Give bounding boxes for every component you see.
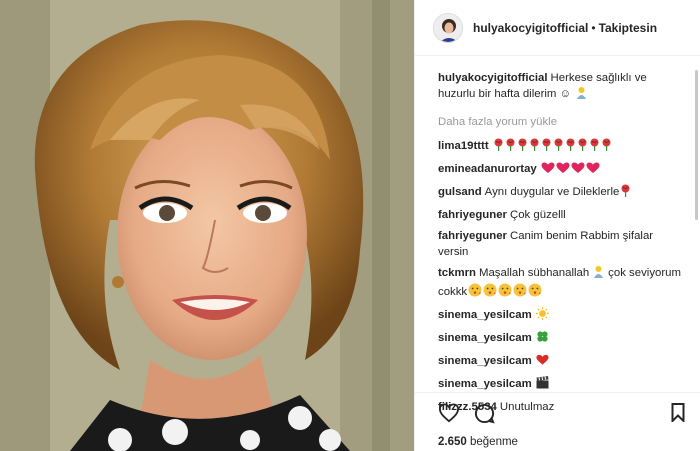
kiss-emoji-icon	[498, 283, 512, 302]
comment-row: sinema_yesilcam	[438, 330, 686, 348]
comment-username[interactable]: fahriyeguner	[438, 209, 507, 221]
comment-row: gulsand Aynı duygular ve Dileklerle	[438, 184, 686, 202]
avatar-image	[434, 13, 462, 42]
post-actions: 2.650 beğenme	[414, 392, 700, 451]
comment-row: fahriyeguner Çok güzelll	[438, 207, 686, 223]
post-header: hulyakocyigitofficial • Takiptesin	[415, 0, 700, 56]
header-text: hulyakocyigitofficial • Takiptesin	[473, 21, 657, 35]
header-separator: •	[591, 20, 596, 35]
kiss-emoji-icon	[528, 283, 542, 302]
likes-number: 2.650	[438, 436, 467, 448]
rose-emoji-icon	[541, 138, 552, 156]
comment-row: sinema_yesilcam	[438, 307, 686, 325]
kiss-emoji-icon	[468, 283, 482, 302]
comment-text: Çok güzelll	[510, 209, 566, 221]
likes-count[interactable]: 2.650 beğenme	[438, 436, 518, 448]
comment-username[interactable]: sinema_yesilcam	[438, 355, 532, 367]
comment-text: Aynı duygular ve Dileklerle	[484, 186, 620, 198]
load-more-comments[interactable]: Daha fazla yorum yükle	[438, 114, 686, 130]
comment-username[interactable]: gulsand	[438, 186, 482, 198]
kiss-emoji-icon	[513, 283, 527, 302]
rose-emoji-icon	[505, 138, 516, 156]
praying-emoji-icon	[592, 265, 605, 283]
comment-username[interactable]: sinema_yesilcam	[438, 309, 532, 321]
comment-text: Maşallah sübhanallah	[478, 267, 590, 279]
avatar[interactable]	[433, 12, 463, 43]
heart-emoji-icon	[571, 162, 585, 179]
rose-emoji-icon	[589, 138, 600, 156]
rose-emoji-icon	[553, 138, 564, 156]
comment-username[interactable]: tckmrn	[438, 267, 476, 279]
likes-label: beğenme	[469, 436, 518, 448]
caption-username[interactable]: hulyakocyigitofficial	[438, 72, 548, 84]
rose-emoji-icon	[620, 184, 631, 202]
rose-emoji-icon	[493, 138, 504, 156]
comment-row: emineadanurortay	[438, 161, 686, 179]
rose-emoji-icon	[577, 138, 588, 156]
red-heart-emoji-icon	[536, 354, 549, 371]
praying-emoji-icon	[575, 86, 588, 104]
heart-emoji-icon	[586, 162, 600, 179]
comment-row: sinema_yesilcam	[438, 353, 686, 371]
comment-username[interactable]: sinema_yesilcam	[438, 332, 532, 344]
header-username[interactable]: hulyakocyigitofficial	[473, 21, 588, 35]
rose-emoji-icon	[565, 138, 576, 156]
comment-username[interactable]: sinema_yesilcam	[438, 378, 532, 390]
post-photo	[0, 0, 414, 451]
comment-icon[interactable]	[474, 403, 495, 429]
portrait-image	[0, 0, 414, 451]
heart-icon[interactable]	[438, 403, 460, 428]
comment-row: fahriyeguner Canim benim Rabbim şifalar v…	[438, 228, 686, 260]
kiss-emoji-icon	[483, 283, 497, 302]
bookmark-icon[interactable]	[671, 403, 685, 427]
comment-username[interactable]: emineadanurortay	[438, 163, 537, 175]
comments-list: hulyakocyigitofficial Herkese sağlıklı ve…	[438, 70, 686, 420]
caption: hulyakocyigitofficial Herkese sağlıklı ve…	[438, 70, 686, 104]
comment-row: tckmrn Maşallah sübhanallah çok seviyorum …	[438, 265, 686, 302]
comment-username[interactable]: fahriyeguner	[438, 230, 507, 242]
heart-emoji-icon	[556, 162, 570, 179]
heart-emoji-icon	[541, 162, 555, 179]
follow-status[interactable]: Takiptesin	[599, 21, 657, 35]
comment-rows: lima19tttt emineadanurortay gulsand Aynı du…	[438, 138, 686, 415]
comment-row: lima19tttt	[438, 138, 686, 156]
comment-username[interactable]: lima19tttt	[438, 140, 489, 152]
rose-emoji-icon	[517, 138, 528, 156]
comments-scrollbar[interactable]	[695, 70, 698, 220]
rose-emoji-icon	[529, 138, 540, 156]
rose-emoji-icon	[601, 138, 612, 156]
clover-emoji-icon	[536, 330, 549, 348]
sun-emoji-icon	[535, 307, 549, 325]
